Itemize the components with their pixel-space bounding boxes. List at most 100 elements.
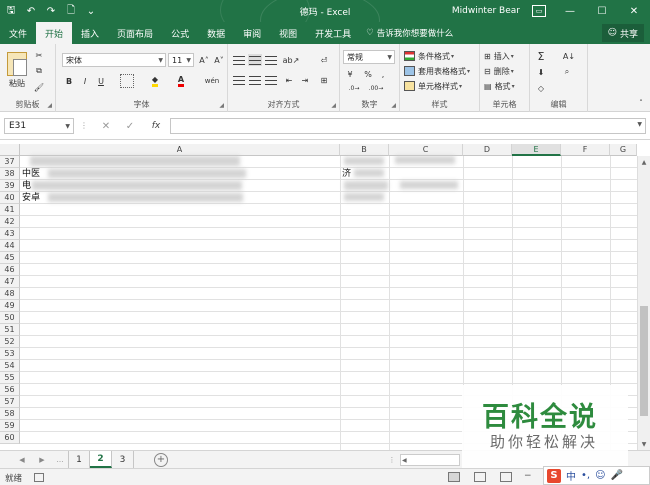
tab-view[interactable]: 视图 — [270, 22, 306, 44]
tab-review[interactable]: 审阅 — [234, 22, 270, 44]
row-header-59[interactable]: 59 — [0, 420, 20, 432]
tab-data[interactable]: 数据 — [198, 22, 234, 44]
scroll-thumb[interactable] — [640, 306, 648, 416]
row-header-38[interactable]: 38 — [0, 168, 20, 180]
more-sheets-icon[interactable]: … — [54, 454, 66, 466]
conditional-formatting-button[interactable]: 条件格式 ▾ — [404, 50, 454, 62]
sheet-tab-1[interactable]: 1 — [68, 451, 90, 468]
row-header-43[interactable]: 43 — [0, 228, 20, 240]
add-sheet-button[interactable]: + — [154, 453, 168, 467]
minimize-button[interactable]: — — [554, 0, 586, 22]
align-top-icon[interactable] — [232, 54, 246, 66]
expand-formula-bar-icon[interactable]: ▼ — [637, 121, 642, 128]
row-header-39[interactable]: 39 — [0, 180, 20, 192]
clear-icon[interactable]: ◇ — [534, 81, 548, 95]
user-name[interactable]: Midwinter Bear — [452, 6, 520, 16]
sort-filter-icon[interactable]: A↓ — [560, 49, 578, 63]
sheet-tab-3[interactable]: 3 — [112, 451, 134, 468]
tab-page-layout[interactable]: 页面布局 — [108, 22, 162, 44]
save-icon[interactable]: 🖫 — [4, 4, 18, 18]
underline-button[interactable]: U — [94, 74, 108, 88]
align-middle-icon[interactable] — [248, 54, 262, 66]
column-header-f[interactable]: F — [561, 144, 610, 156]
ribbon-display-options-icon[interactable]: ▭ — [532, 5, 546, 17]
phonetic-button[interactable]: wén — [202, 74, 222, 88]
font-color-icon[interactable]: A — [174, 74, 188, 88]
tell-me-box[interactable]: ♡ 告诉我你想要做什么 — [360, 22, 453, 44]
align-right-icon[interactable] — [264, 74, 278, 86]
align-left-icon[interactable] — [232, 74, 246, 86]
row-header-42[interactable]: 42 — [0, 216, 20, 228]
insert-function-button[interactable]: fx — [148, 119, 164, 133]
zoom-out-icon[interactable]: − — [524, 471, 532, 481]
row-header-55[interactable]: 55 — [0, 372, 20, 384]
fill-color-icon[interactable]: ◆ — [148, 74, 162, 88]
select-all-corner[interactable] — [0, 144, 20, 156]
row-header-47[interactable]: 47 — [0, 276, 20, 288]
vertical-scrollbar[interactable]: ▲ ▼ — [637, 156, 650, 450]
autosum-button[interactable]: Σ — [534, 49, 548, 63]
align-center-icon[interactable] — [248, 74, 262, 86]
column-header-b[interactable]: B — [340, 144, 389, 156]
prev-sheet-icon[interactable]: ◀ — [16, 454, 28, 466]
confirm-entry-button[interactable]: ✓ — [122, 119, 138, 133]
row-header-45[interactable]: 45 — [0, 252, 20, 264]
ime-mode[interactable]: 中 — [566, 468, 576, 483]
next-sheet-icon[interactable]: ▶ — [36, 454, 48, 466]
row-header-37[interactable]: 37 — [0, 156, 20, 168]
cut-icon[interactable]: ✂ — [32, 48, 46, 62]
sheet-tab-2[interactable]: 2 — [90, 451, 112, 468]
copy-icon[interactable]: ⧉ — [32, 64, 46, 78]
bold-button[interactable]: B — [62, 74, 76, 88]
column-header-g[interactable]: G — [610, 144, 637, 156]
name-box[interactable]: E31 ▼ — [4, 118, 74, 134]
column-header-c[interactable]: C — [389, 144, 463, 156]
row-header-44[interactable]: 44 — [0, 240, 20, 252]
font-size-combo[interactable]: 11 ▼ — [168, 53, 194, 67]
align-bottom-icon[interactable] — [264, 54, 278, 66]
collapse-ribbon-icon[interactable]: ˄ — [636, 98, 646, 108]
column-header-d[interactable]: D — [463, 144, 512, 156]
redo-icon[interactable]: ↷ — [44, 4, 58, 18]
row-header-40[interactable]: 40 — [0, 192, 20, 204]
merge-center-icon[interactable]: ⊞ — [316, 74, 332, 86]
decrease-decimal-icon[interactable]: .00→ — [368, 82, 384, 94]
percent-button[interactable]: % — [362, 68, 374, 80]
currency-icon[interactable]: ¥ — [343, 68, 357, 80]
row-header-58[interactable]: 58 — [0, 408, 20, 420]
macro-recording-icon[interactable] — [34, 473, 44, 482]
format-as-table-button[interactable]: 套用表格格式 ▾ — [404, 65, 470, 77]
page-break-view-icon[interactable] — [500, 472, 512, 482]
row-header-51[interactable]: 51 — [0, 324, 20, 336]
wrap-text-icon[interactable]: ⏎ — [316, 54, 332, 66]
share-button[interactable]: ☺ 共享 — [601, 24, 644, 42]
shrink-font-button[interactable]: A˅ — [212, 53, 226, 67]
row-header-56[interactable]: 56 — [0, 384, 20, 396]
number-format-combo[interactable]: 常规 ▼ — [343, 50, 395, 64]
cell-a38[interactable]: 中医 — [22, 168, 40, 180]
increase-decimal-icon[interactable]: .0→ — [346, 82, 362, 94]
borders-icon[interactable] — [120, 74, 134, 88]
close-button[interactable]: ✕ — [618, 0, 650, 22]
format-cells-button[interactable]: ▤ 格式 ▾ — [484, 80, 515, 92]
delete-cells-button[interactable]: ⊟ 删除 ▾ — [484, 65, 514, 77]
tab-formulas[interactable]: 公式 — [162, 22, 198, 44]
normal-view-icon[interactable] — [448, 472, 460, 482]
row-header-50[interactable]: 50 — [0, 312, 20, 324]
cancel-entry-button[interactable]: ✕ — [98, 119, 114, 133]
tab-splitter[interactable]: ⋮ — [386, 454, 398, 466]
row-header-54[interactable]: 54 — [0, 360, 20, 372]
row-header-48[interactable]: 48 — [0, 288, 20, 300]
page-layout-view-icon[interactable] — [474, 472, 486, 482]
cell-a39[interactable]: 电 — [22, 180, 31, 192]
decrease-indent-icon[interactable]: ⇤ — [282, 74, 296, 86]
italic-button[interactable]: I — [78, 74, 92, 88]
comma-button[interactable]: , — [377, 68, 389, 80]
find-select-icon[interactable]: ⌕ — [560, 65, 574, 79]
undo-icon[interactable]: ↶ — [24, 4, 38, 18]
dialog-launcher-icon[interactable]: ◢ — [219, 102, 224, 109]
formula-input[interactable]: ▼ — [170, 118, 646, 134]
cell-a40[interactable]: 安卓 — [22, 192, 40, 204]
font-name-combo[interactable]: 宋体 ▼ — [62, 53, 166, 67]
row-header-57[interactable]: 57 — [0, 396, 20, 408]
